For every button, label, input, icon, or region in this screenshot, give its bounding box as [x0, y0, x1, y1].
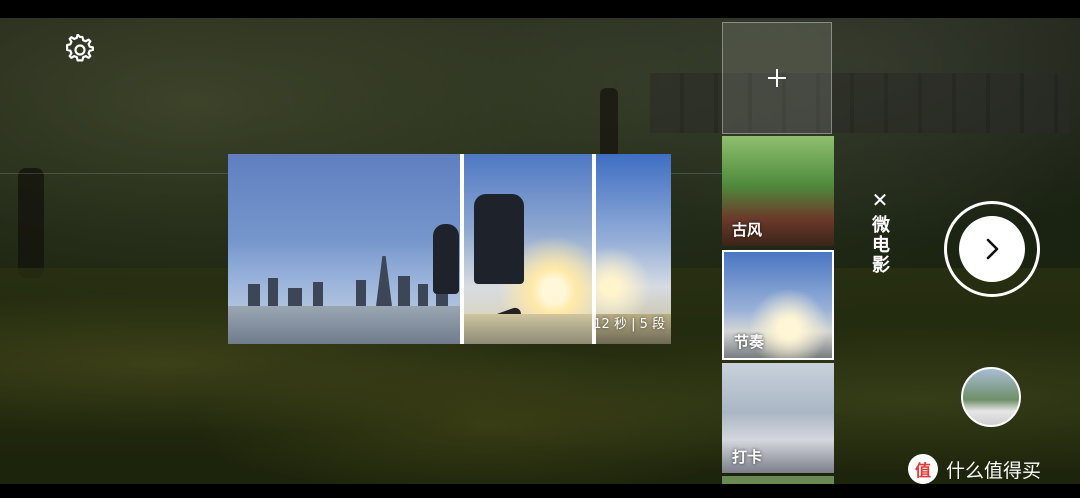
gear-icon [66, 33, 94, 62]
template-label: 节奏 [734, 333, 765, 351]
plus-icon [768, 69, 786, 87]
add-template-button[interactable] [722, 22, 832, 134]
bottom-letterbox [0, 484, 1080, 498]
watermark: 值 什么值得买 [908, 454, 1041, 484]
watermark-logo: 值 [908, 454, 938, 484]
ground [464, 314, 592, 344]
watermark-text: 什么值得买 [946, 459, 1042, 482]
settings-button[interactable] [64, 33, 96, 66]
template-next-partial[interactable] [722, 476, 834, 484]
preview-duration-info: 12 秒 | 5 段 [593, 317, 665, 332]
skater-figure [474, 194, 524, 284]
camera-screen: 12 秒 | 5 段 古风 节奏 打卡 ✕ 微电影 值 什么值得买 [0, 0, 1080, 498]
template-label: 古风 [732, 221, 763, 239]
template-gufeng[interactable]: 古风 [722, 136, 834, 246]
chevron-right-icon [986, 238, 999, 260]
next-button[interactable] [944, 201, 1040, 297]
skater-figure [433, 224, 459, 294]
template-preview[interactable]: 12 秒 | 5 段 [228, 154, 671, 344]
mode-title: 微电影 [869, 215, 890, 275]
city-skyline [228, 256, 460, 306]
template-strip: 古风 节奏 打卡 [722, 18, 834, 484]
river-water [228, 306, 460, 344]
gallery-thumbnail[interactable] [961, 367, 1021, 427]
top-letterbox [0, 0, 1080, 18]
preview-clip-1 [228, 154, 460, 344]
template-label: 打卡 [732, 448, 763, 466]
template-jiezou[interactable]: 节奏 [722, 250, 834, 360]
close-button[interactable]: ✕ [870, 190, 890, 210]
preview-clip-2 [464, 154, 592, 344]
template-daka[interactable]: 打卡 [722, 363, 834, 473]
